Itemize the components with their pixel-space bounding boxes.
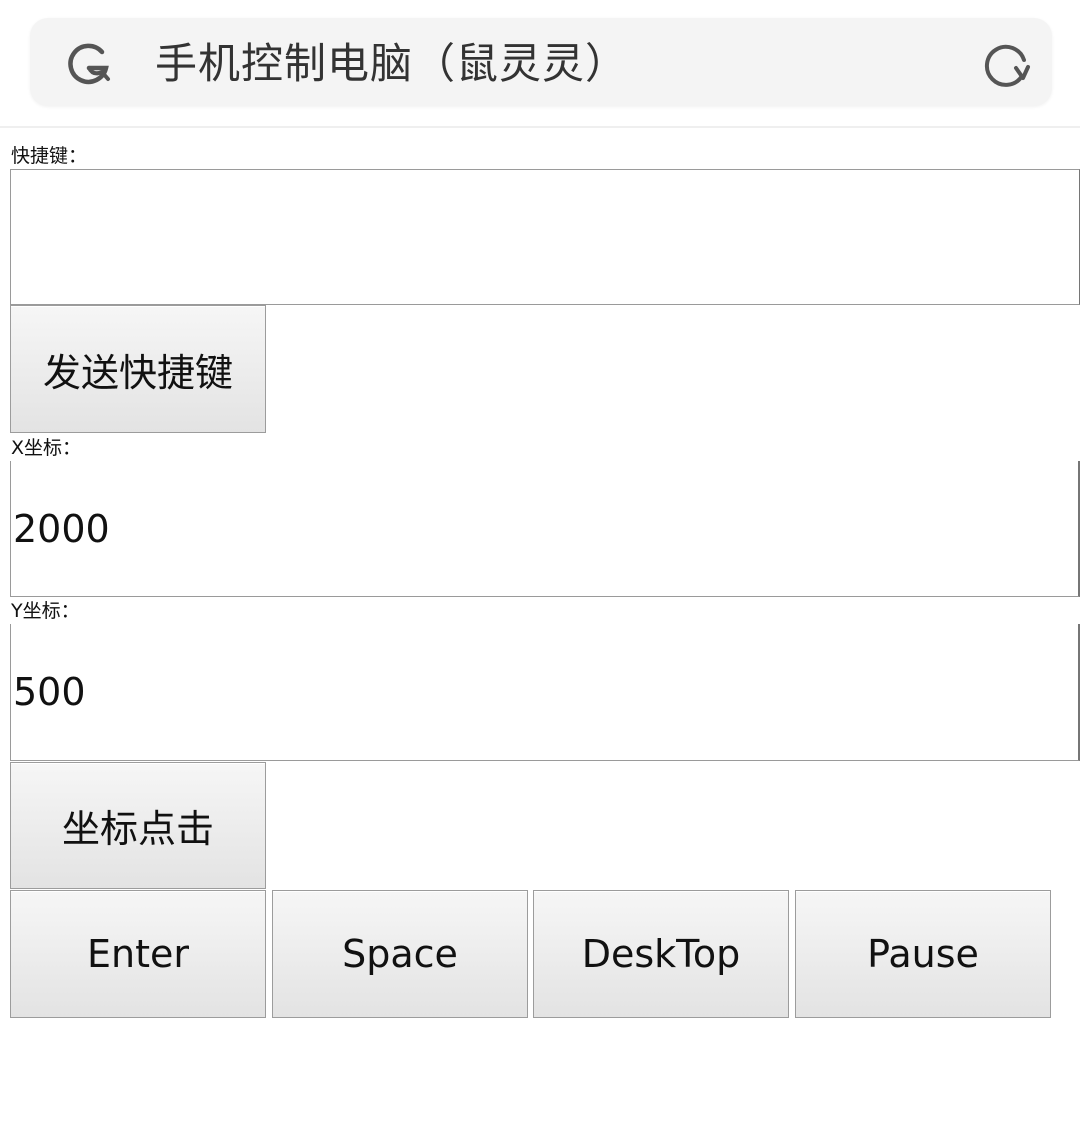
y-coordinate-input[interactable] <box>10 624 1080 761</box>
search-icon[interactable] <box>62 38 114 90</box>
shortcut-input[interactable] <box>10 169 1080 305</box>
x-coordinate-label: X坐标： <box>11 437 82 459</box>
enter-key-label: Enter <box>87 932 189 976</box>
enter-key-button[interactable]: Enter <box>10 890 266 1018</box>
coordinate-click-button-label: 坐标点击 <box>61 807 214 851</box>
send-shortcut-button-label: 发送快捷键 <box>42 350 233 395</box>
desktop-key-label: DeskTop <box>581 932 741 976</box>
shortcut-label: 快捷键： <box>11 145 88 167</box>
space-key-button[interactable]: Space <box>272 890 528 1018</box>
pause-key-button[interactable]: Pause <box>795 890 1051 1018</box>
y-coordinate-label: Y坐标： <box>11 600 80 622</box>
send-shortcut-button[interactable]: 发送快捷键 <box>10 305 266 433</box>
space-key-label: Space <box>342 932 458 976</box>
pause-key-label: Pause <box>867 932 979 976</box>
desktop-key-button[interactable]: DeskTop <box>533 890 789 1018</box>
x-coordinate-input[interactable] <box>10 461 1080 597</box>
coordinate-click-button[interactable]: 坐标点击 <box>10 762 266 889</box>
page-title: 手机控制电脑（鼠灵灵） <box>155 39 629 88</box>
browser-top-bar: 手机控制电脑（鼠灵灵） <box>0 0 1080 128</box>
refresh-icon[interactable] <box>980 38 1032 90</box>
